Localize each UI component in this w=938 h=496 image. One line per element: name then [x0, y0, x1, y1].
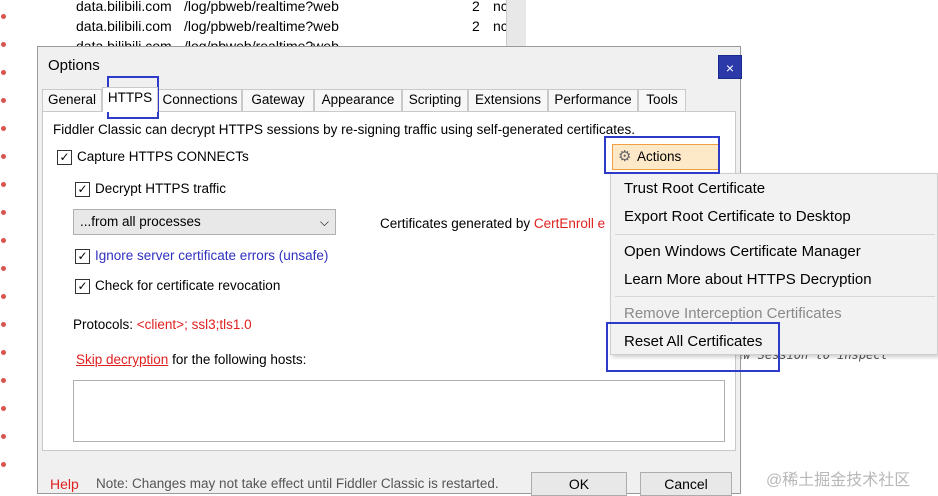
decrypt-https-checkbox[interactable]: ✓ [75, 182, 90, 197]
session-host: data.bilibili.com [76, 0, 172, 14]
check-revocation-label: Check for certificate revocation [95, 278, 281, 293]
cert-generator-prefix: Certificates generated by [380, 216, 534, 231]
dialog-title: Options [48, 57, 100, 74]
help-link[interactable]: Help [50, 476, 79, 492]
protocols-link[interactable]: <client>; ssl3;tls1.0 [137, 317, 252, 332]
tab-tools[interactable]: Tools [638, 89, 686, 111]
ignore-cert-errors-label: Ignore server certificate errors (unsafe… [95, 248, 329, 263]
https-description: Fiddler Classic can decrypt HTTPS sessio… [53, 122, 635, 137]
tab-https[interactable]: HTTPS [102, 87, 158, 112]
session-url: /log/pbweb/realtime?web [184, 38, 339, 46]
tab-connections[interactable]: Connections [158, 89, 242, 111]
capture-https-label: Capture HTTPS CONNECTs [77, 149, 249, 164]
tab-strip: General HTTPS Connections Gateway Appear… [42, 87, 688, 112]
actions-button[interactable]: ⚙ Actions [612, 144, 720, 170]
menu-item-trust-root[interactable]: Trust Root Certificate [624, 180, 765, 197]
ignore-cert-errors-checkbox[interactable]: ✓ [75, 249, 90, 264]
protocols-row: Protocols: <client>; ssl3;tls1.0 [73, 317, 252, 332]
skip-decryption-link[interactable]: Skip decryption [76, 352, 168, 367]
menu-item-reset-certs[interactable]: Reset All Certificates [624, 333, 762, 350]
tab-performance[interactable]: Performance [548, 89, 638, 111]
close-button[interactable]: × [718, 55, 742, 79]
restart-note: Note: Changes may not take effect until … [96, 476, 499, 491]
tab-extensions[interactable]: Extensions [468, 89, 548, 111]
session-url: /log/pbweb/realtime?web [184, 0, 339, 14]
skip-hosts-textarea[interactable] [73, 380, 725, 442]
session-list: data.bilibili.com /log/pbweb/realtime?we… [8, 0, 508, 46]
session-list-scrollbar[interactable] [506, 0, 526, 46]
cancel-button[interactable]: Cancel [640, 472, 732, 496]
cert-generator-engine-link[interactable]: CertEnroll e [534, 216, 605, 231]
ok-button[interactable]: OK [531, 472, 627, 496]
menu-item-remove-certs[interactable]: Remove Interception Certificates [624, 305, 842, 322]
menu-item-open-cert-manager[interactable]: Open Windows Certificate Manager [624, 243, 861, 260]
watermark: @稀土掘金技术社区 [766, 472, 911, 489]
menu-item-export-root[interactable]: Export Root Certificate to Desktop [624, 208, 851, 225]
session-result: 2 [472, 18, 480, 34]
actions-button-label: Actions [637, 149, 682, 164]
capture-https-checkbox[interactable]: ✓ [57, 150, 72, 165]
menu-item-learn-more[interactable]: Learn More about HTTPS Decryption [624, 271, 872, 288]
cert-generator-text: Certificates generated by CertEnroll e [380, 216, 605, 231]
tab-scripting[interactable]: Scripting [402, 89, 468, 111]
menu-separator [615, 296, 935, 297]
session-host: data.bilibili.com [76, 38, 172, 46]
chevron-down-icon: ⌵ [319, 215, 329, 229]
process-filter-value: ...from all processes [80, 214, 201, 229]
tab-appearance[interactable]: Appearance [314, 89, 402, 111]
check-revocation-checkbox[interactable]: ✓ [75, 279, 90, 294]
tab-general[interactable]: General [42, 89, 102, 111]
gear-icon: ⚙ [618, 148, 632, 165]
decrypt-https-label: Decrypt HTTPS traffic [95, 181, 227, 196]
skip-decryption-suffix: for the following hosts: [168, 352, 307, 367]
session-url: /log/pbweb/realtime?web [184, 18, 339, 34]
session-result: 2 [472, 0, 480, 14]
tab-gateway[interactable]: Gateway [242, 89, 314, 111]
actions-menu: Trust Root Certificate Export Root Certi… [610, 173, 938, 355]
session-host: data.bilibili.com [76, 18, 172, 34]
protocols-label: Protocols: [73, 317, 137, 332]
skip-decryption-row: Skip decryption for the following hosts: [76, 352, 306, 367]
menu-separator [615, 234, 935, 235]
left-edge-marks [0, 0, 8, 494]
process-filter-select[interactable]: ...from all processes ⌵ [73, 209, 336, 235]
